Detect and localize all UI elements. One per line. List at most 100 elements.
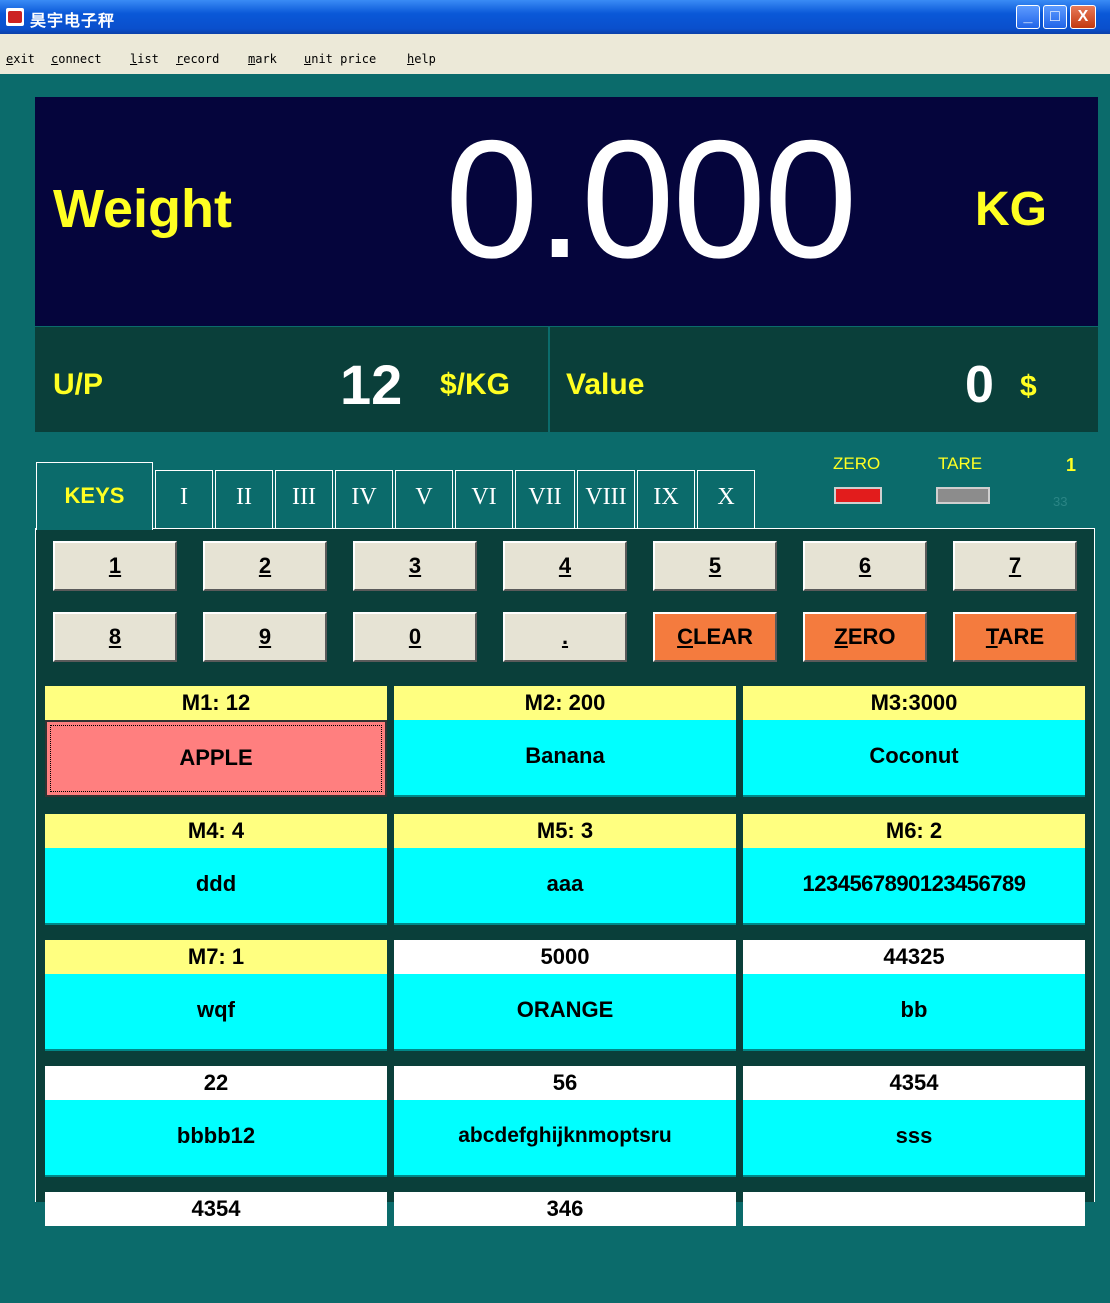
row-divider: [548, 327, 550, 432]
tare-button-label: ARE: [997, 624, 1045, 649]
unit-price-value: 12: [340, 353, 403, 416]
tab-7[interactable]: VII: [515, 470, 575, 528]
zero-indicator-label: ZERO: [833, 454, 881, 473]
product-item[interactable]: 5000 ORANGE: [394, 940, 736, 1051]
unit-price-label: U/P: [53, 368, 104, 401]
product-price: M5: 3: [394, 814, 736, 848]
product-price: M2: 200: [394, 686, 736, 720]
tab-9[interactable]: IX: [637, 470, 695, 528]
tare-button[interactable]: TARE: [953, 612, 1077, 662]
tab-1[interactable]: I: [155, 470, 213, 528]
key-7[interactable]: 7: [953, 541, 1077, 591]
key-4[interactable]: 4: [503, 541, 627, 591]
product-m2[interactable]: M2: 200 Banana: [394, 686, 736, 797]
title-bar: 昊宇电子秤 _ □ X: [0, 0, 1110, 34]
tab-6[interactable]: VI: [455, 470, 513, 528]
product-item[interactable]: 346: [394, 1192, 736, 1303]
product-name: bb: [743, 974, 1085, 1051]
product-price: 22: [45, 1066, 387, 1100]
tab-3[interactable]: III: [275, 470, 333, 528]
product-item[interactable]: 44325 bb: [743, 940, 1085, 1051]
product-item[interactable]: 4354: [45, 1192, 387, 1303]
product-name: bbbb12: [45, 1100, 387, 1177]
product-name: aaa: [394, 848, 736, 925]
clear-button[interactable]: CLEAR: [653, 612, 777, 662]
minimize-button[interactable]: _: [1016, 5, 1040, 29]
value-unit: $: [1020, 370, 1037, 403]
product-name: sss: [743, 1100, 1085, 1177]
product-price: 44325: [743, 940, 1085, 974]
product-m5[interactable]: M5: 3 aaa: [394, 814, 736, 925]
product-name: APPLE: [45, 720, 387, 797]
key-8[interactable]: 8: [53, 612, 177, 662]
tab-4[interactable]: IV: [335, 470, 393, 528]
product-item[interactable]: [743, 1192, 1085, 1303]
close-button[interactable]: X: [1070, 5, 1096, 29]
tab-keys[interactable]: KEYS: [36, 462, 153, 530]
product-price: 5000: [394, 940, 736, 974]
key-3[interactable]: 3: [353, 541, 477, 591]
value-value: 0: [965, 356, 994, 414]
key-0[interactable]: 0: [353, 612, 477, 662]
product-m4[interactable]: M4: 4 ddd: [45, 814, 387, 925]
key-decimal[interactable]: .: [503, 612, 627, 662]
clear-button-label: LEAR: [693, 624, 753, 649]
value-label: Value: [566, 368, 645, 401]
product-name: Banana: [394, 720, 736, 797]
tab-8[interactable]: VIII: [577, 470, 635, 528]
app-icon: [6, 8, 24, 26]
menu-help[interactable]: help: [407, 52, 436, 66]
product-price: 346: [394, 1192, 736, 1226]
maximize-button[interactable]: □: [1043, 5, 1067, 29]
product-name: ORANGE: [394, 974, 736, 1051]
menu-list[interactable]: list: [130, 52, 159, 66]
menu-connect[interactable]: connect: [51, 52, 102, 66]
product-price: M6: 2: [743, 814, 1085, 848]
unit-price-unit: $/KG: [440, 368, 511, 401]
product-m7[interactable]: M7: 1 wqf: [45, 940, 387, 1051]
menu-exit[interactable]: exit: [6, 52, 35, 66]
product-name: 1234567890123456789: [743, 848, 1085, 925]
zero-button[interactable]: ZERO: [803, 612, 927, 662]
key-2[interactable]: 2: [203, 541, 327, 591]
product-m1[interactable]: M1: 12 APPLE: [45, 686, 387, 797]
zero-button-underline: Z: [834, 624, 848, 649]
product-m6[interactable]: M6: 2 1234567890123456789: [743, 814, 1085, 925]
zero-indicator-light: [834, 487, 882, 504]
tab-10[interactable]: X: [697, 470, 755, 528]
tab-5[interactable]: V: [395, 470, 453, 528]
product-price: 4354: [743, 1066, 1085, 1100]
product-m3[interactable]: M3:3000 Coconut: [743, 686, 1085, 797]
menu-mark[interactable]: mark: [248, 52, 277, 66]
tare-indicator-label: TARE: [938, 454, 983, 473]
product-name: wqf: [45, 974, 387, 1051]
status-count: 1: [1066, 455, 1077, 475]
weight-unit: KG: [975, 183, 1047, 236]
product-item[interactable]: 22 bbbb12: [45, 1066, 387, 1177]
key-6[interactable]: 6: [803, 541, 927, 591]
product-name: ddd: [45, 848, 387, 925]
product-price: M7: 1: [45, 940, 387, 974]
menu-unit-price[interactable]: unit price: [304, 52, 376, 66]
product-price: M1: 12: [45, 686, 387, 720]
product-item[interactable]: 56 abcdefghijknmoptsru: [394, 1066, 736, 1177]
window-title: 昊宇电子秤: [30, 13, 116, 30]
status-count-secondary: 33: [1053, 494, 1068, 509]
tare-indicator-light: [936, 487, 990, 504]
zero-button-label: ERO: [847, 624, 896, 649]
product-price: [743, 1192, 1085, 1226]
product-item[interactable]: 4354 sss: [743, 1066, 1085, 1177]
menu-record[interactable]: record: [176, 52, 219, 66]
product-price: M3:3000: [743, 686, 1085, 720]
product-price: 4354: [45, 1192, 387, 1226]
clear-button-underline: C: [677, 624, 693, 649]
tab-2[interactable]: II: [215, 470, 273, 528]
key-1[interactable]: 1: [53, 541, 177, 591]
weight-value: 0.000: [445, 105, 857, 293]
key-5[interactable]: 5: [653, 541, 777, 591]
product-name: Coconut: [743, 720, 1085, 797]
menu-bar: exit connect list record mark unit price…: [0, 34, 1110, 74]
key-9[interactable]: 9: [203, 612, 327, 662]
weight-label: Weight: [53, 179, 232, 239]
product-name: abcdefghijknmoptsru: [394, 1100, 736, 1177]
